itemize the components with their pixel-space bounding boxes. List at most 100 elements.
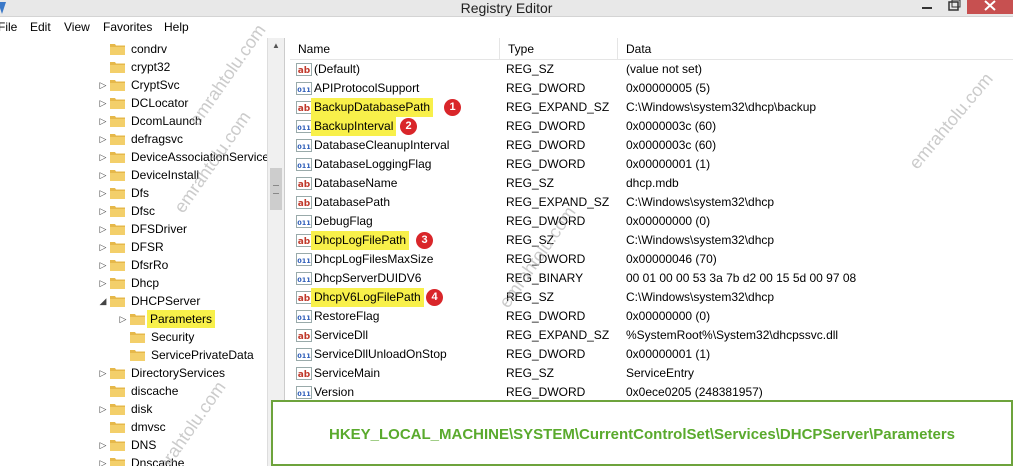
- tree-item-deviceassociationservice[interactable]: ▷ DeviceAssociationService: [0, 148, 270, 166]
- registry-value-row[interactable]: 011 DebugFlag REG_DWORD 0x00000000 (0): [290, 212, 1013, 231]
- annotation-number-badge: 1: [444, 99, 461, 116]
- expand-arrow-icon[interactable]: ▷: [98, 202, 108, 220]
- binary-value-icon: 011: [296, 215, 312, 228]
- maximize-button[interactable]: [941, 0, 967, 14]
- value-type: REG_SZ: [506, 366, 555, 380]
- tree-item-dfsc[interactable]: ▷ Dfsc: [0, 202, 267, 220]
- tree-item-security[interactable]: Security: [0, 328, 267, 346]
- value-type: REG_DWORD: [506, 214, 586, 228]
- close-button[interactable]: [967, 0, 1013, 14]
- expand-arrow-icon[interactable]: ▷: [98, 400, 108, 418]
- registry-value-row[interactable]: ab DhcpV6LogFilePath REG_SZ C:\Windows\syst…: [290, 288, 1013, 307]
- folder-icon: [110, 80, 125, 91]
- tree-item-dfsrro[interactable]: ▷ DfsrRo: [0, 256, 267, 274]
- registry-value-row[interactable]: ab DhcpLogFilePath REG_SZ C:\Windows\system…: [290, 231, 1013, 250]
- folder-icon: [110, 98, 125, 109]
- tree-item-dmvsc[interactable]: dmvsc: [0, 418, 267, 436]
- value-type: REG_DWORD: [506, 119, 586, 133]
- menu-view[interactable]: View: [64, 20, 90, 34]
- registry-value-row[interactable]: ab DatabaseName REG_SZ dhcp.mdb: [290, 174, 1013, 193]
- tree-item-label: CryptSvc: [131, 78, 180, 92]
- expand-arrow-icon[interactable]: ▷: [98, 130, 108, 148]
- expand-arrow-icon[interactable]: ▷: [98, 166, 108, 184]
- column-header-data[interactable]: Data: [618, 38, 1013, 60]
- tree-item-dhcp[interactable]: ▷ Dhcp: [0, 274, 267, 292]
- minimize-button[interactable]: [914, 0, 940, 14]
- tree-item-dcomlaunch[interactable]: ▷ DcomLaunch: [0, 112, 267, 130]
- menu-file[interactable]: File: [0, 20, 17, 34]
- expand-arrow-icon[interactable]: ▷: [98, 274, 108, 292]
- title-bar: Registry Editor: [0, 0, 1013, 17]
- column-header-type[interactable]: Type: [500, 38, 618, 60]
- expand-arrow-icon[interactable]: ▷: [98, 238, 108, 256]
- tree-item-parameters[interactable]: ▷ Parameters: [0, 310, 267, 328]
- scrollbar-thumb[interactable]: [270, 168, 282, 210]
- expand-arrow-icon[interactable]: ▷: [98, 454, 108, 466]
- annotation-number-badge: 3: [416, 232, 433, 249]
- tree-item-label: discache: [131, 384, 179, 398]
- svg-text:011: 011: [297, 162, 311, 170]
- tree-item-directoryservices[interactable]: ▷ DirectoryServices: [0, 364, 267, 382]
- registry-key-tree[interactable]: condrv crypt32 ▷ CryptSvc ▷ DCLocator ▷ DcomLau…: [0, 38, 284, 466]
- value-name: DhcpLogFilesMaxSize: [314, 252, 434, 266]
- tree-item-defragsvc[interactable]: ▷ defragsvc: [0, 130, 267, 148]
- tree-item-deviceinstall[interactable]: ▷ DeviceInstall: [0, 166, 267, 184]
- expand-arrow-icon[interactable]: ▷: [98, 364, 108, 382]
- tree-item-dfs[interactable]: ▷ Dfs: [0, 184, 267, 202]
- expand-arrow-icon[interactable]: ▷: [118, 310, 128, 328]
- expand-arrow-icon[interactable]: ▷: [98, 94, 108, 112]
- tree-item-discache[interactable]: discache: [0, 382, 267, 400]
- tree-item-dfsr[interactable]: ▷ DFSR: [0, 238, 267, 256]
- annotation-number-badge: 4: [426, 289, 443, 306]
- registry-value-row[interactable]: 011 DhcpLogFilesMaxSize REG_DWORD 0x0000004…: [290, 250, 1013, 269]
- binary-value-icon: 011: [296, 348, 312, 361]
- expand-arrow-icon[interactable]: ▷: [98, 76, 108, 94]
- registry-value-row[interactable]: 011 DhcpServerDUIDV6 REG_BINARY 00 01 00 00…: [290, 269, 1013, 288]
- value-type: REG_SZ: [506, 176, 555, 190]
- expand-arrow-icon[interactable]: ▷: [98, 148, 108, 166]
- tree-item-cryptsvc[interactable]: ▷ CryptSvc: [0, 76, 267, 94]
- tree-item-dns[interactable]: ▷ DNS: [0, 436, 267, 454]
- tree-item-serviceprivatedata[interactable]: ServicePrivateData: [0, 346, 267, 364]
- expand-arrow-icon[interactable]: ▷: [98, 256, 108, 274]
- svg-text:ab: ab: [298, 237, 311, 247]
- expand-arrow-icon[interactable]: ▷: [98, 436, 108, 454]
- value-name: DatabaseName: [314, 176, 398, 190]
- svg-text:011: 011: [297, 314, 311, 322]
- tree-item-condrv[interactable]: condrv: [0, 40, 267, 58]
- menu-edit[interactable]: Edit: [30, 20, 51, 34]
- registry-value-row[interactable]: ab ServiceMain REG_SZ ServiceEntry: [290, 364, 1013, 383]
- column-header-name[interactable]: Name: [290, 38, 500, 60]
- expand-arrow-icon[interactable]: ▷: [98, 184, 108, 202]
- tree-item-disk[interactable]: ▷ disk: [0, 400, 267, 418]
- registry-value-row[interactable]: 011 APIProtocolSupport REG_DWORD 0x00000005…: [290, 79, 1013, 98]
- value-name: DatabaseCleanupInterval: [314, 138, 450, 152]
- registry-value-row[interactable]: ab DatabasePath REG_EXPAND_SZ C:\Windows\sy…: [290, 193, 1013, 212]
- tree-item-dhcpserver[interactable]: ◢ DHCPServer: [0, 292, 267, 310]
- registry-value-row[interactable]: 011 RestoreFlag REG_DWORD 0x00000000 (0): [290, 307, 1013, 326]
- registry-value-row[interactable]: 011 DatabaseCleanupInterval REG_DWORD 0x000…: [290, 136, 1013, 155]
- tree-item-label: Dnscache: [131, 456, 185, 466]
- expand-arrow-icon[interactable]: ▷: [98, 112, 108, 130]
- tree-item-dclocator[interactable]: ▷ DCLocator: [0, 94, 267, 112]
- registry-value-row[interactable]: ab (Default) REG_SZ (value not set): [290, 60, 1013, 79]
- tree-item-label: crypt32: [131, 60, 171, 74]
- tree-item-crypt32[interactable]: crypt32: [0, 58, 267, 76]
- registry-value-row[interactable]: 011 DatabaseLoggingFlag REG_DWORD 0x0000000…: [290, 155, 1013, 174]
- tree-item-label: Dfs: [131, 186, 149, 200]
- registry-value-row[interactable]: ab ServiceDll REG_EXPAND_SZ %SystemRoot%\Sy…: [290, 326, 1013, 345]
- value-name: DhcpV6LogFilePath: [311, 288, 424, 307]
- menu-favorites[interactable]: Favorites: [103, 20, 152, 34]
- registry-path-banner: HKEY_LOCAL_MACHINE\SYSTEM\CurrentControl…: [271, 400, 1013, 466]
- expand-arrow-icon[interactable]: ▷: [98, 220, 108, 238]
- menu-help[interactable]: Help: [164, 20, 189, 34]
- tree-item-dnscache[interactable]: ▷ Dnscache: [0, 454, 267, 466]
- tree-item-dfsdriver[interactable]: ▷ DFSDriver: [0, 220, 267, 238]
- scroll-up-arrow-icon[interactable]: ▲: [268, 38, 284, 54]
- value-type: REG_EXPAND_SZ: [506, 328, 610, 342]
- registry-value-row[interactable]: ab BackupDatabasePath REG_EXPAND_SZ C:\Wind…: [290, 98, 1013, 117]
- tree-item-label: defragsvc: [131, 132, 184, 146]
- registry-value-row[interactable]: 011 ServiceDllUnloadOnStop REG_DWORD 0x0000…: [290, 345, 1013, 364]
- collapse-arrow-icon[interactable]: ◢: [98, 292, 108, 310]
- registry-value-row[interactable]: 011 BackupInterval REG_DWORD 0x0000003c (60…: [290, 117, 1013, 136]
